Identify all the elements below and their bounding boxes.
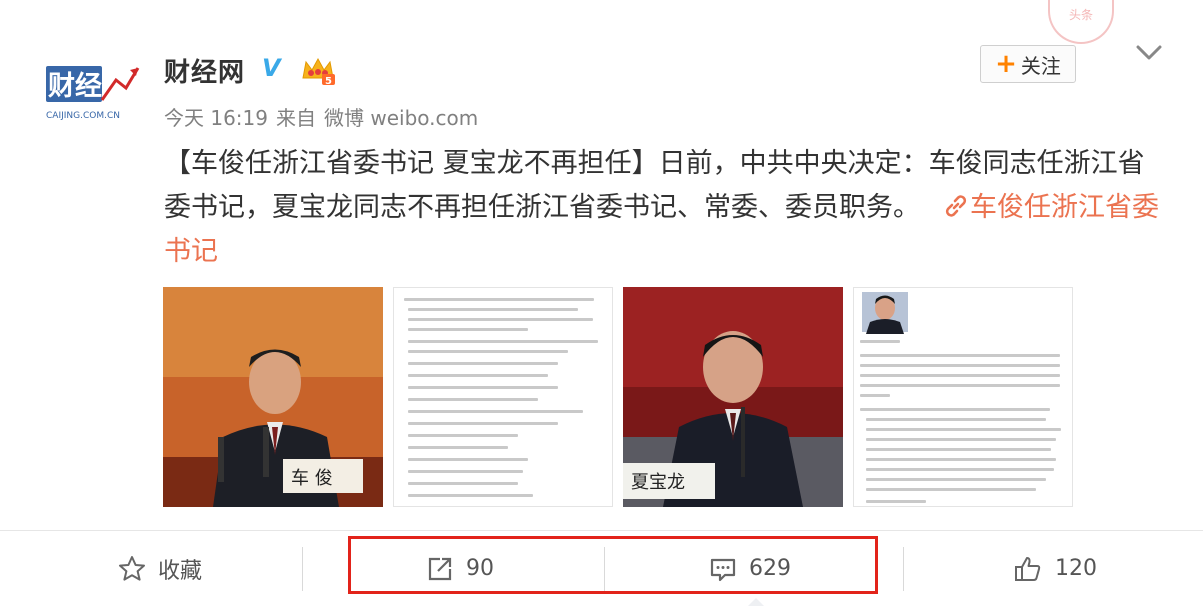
comment-button[interactable]: 629 [650, 531, 850, 606]
follow-label: 关注 [1020, 53, 1061, 78]
photo-thumbnail-speaker[interactable]: 车 俊 [163, 287, 383, 507]
link-icon[interactable] [942, 192, 970, 220]
post-time[interactable]: 今天 16:19 [164, 106, 268, 130]
chevron-down-icon[interactable] [1136, 44, 1162, 62]
divider [302, 547, 303, 591]
divider [604, 547, 605, 591]
favorite-button[interactable]: 收藏 [60, 531, 260, 606]
post-source[interactable]: 微博 weibo.com [324, 106, 478, 130]
verified-icon: V [262, 54, 281, 82]
like-count: 120 [1055, 556, 1097, 581]
follow-button[interactable]: + 关注 [980, 45, 1076, 83]
logo-subtext: CAIJING.COM.CN [46, 111, 120, 121]
plus-icon: + [995, 49, 1017, 79]
vip-crown-icon[interactable]: 5 [300, 56, 336, 86]
author-name[interactable]: 财经网 [164, 52, 245, 89]
source-prefix: 来自 [276, 106, 316, 130]
divider [903, 547, 904, 591]
vip-level: 5 [325, 76, 332, 86]
like-icon [1015, 556, 1041, 581]
repost-count: 90 [466, 556, 494, 581]
comment-count: 629 [749, 556, 791, 581]
logo-text: 财经网 [48, 70, 129, 102]
like-button[interactable]: 120 [955, 531, 1155, 606]
comment-icon [710, 558, 736, 581]
headline-stamp: 头条 [1048, 0, 1114, 44]
nameplate-text: 夏宝龙 [631, 472, 685, 493]
nameplate-text: 车 俊 [291, 468, 333, 489]
comment-pointer [748, 598, 764, 606]
caijing-logo: 财经网 CAIJING.COM.CN [44, 64, 140, 121]
repost-icon [428, 557, 452, 580]
document-thumbnail-resume-2[interactable] [853, 287, 1073, 507]
favorite-label: 收藏 [157, 558, 202, 584]
star-icon [118, 555, 145, 581]
avatar[interactable]: 财经网 CAIJING.COM.CN [42, 60, 142, 124]
post-text: 【车俊任浙江省委书记 夏宝龙不再担任】日前，中共中央决定：车俊同志任浙江省委书记… [164, 142, 1164, 274]
post-meta: 今天 16:19 来自 微博 weibo.com [164, 102, 486, 131]
action-bar: 收藏 90 629 120 [0, 531, 1203, 606]
weibo-post-card: 头条 财经网 CAIJING.COM.CN 财经网 V 5 + 关注 今天 16… [0, 0, 1203, 531]
photo-thumbnail-official[interactable]: 夏宝龙 [623, 287, 843, 507]
repost-button[interactable]: 90 [360, 531, 560, 606]
image-thumbnails: 车 俊 夏宝龙 [163, 287, 1073, 507]
document-thumbnail-resume-1[interactable] [393, 287, 613, 507]
